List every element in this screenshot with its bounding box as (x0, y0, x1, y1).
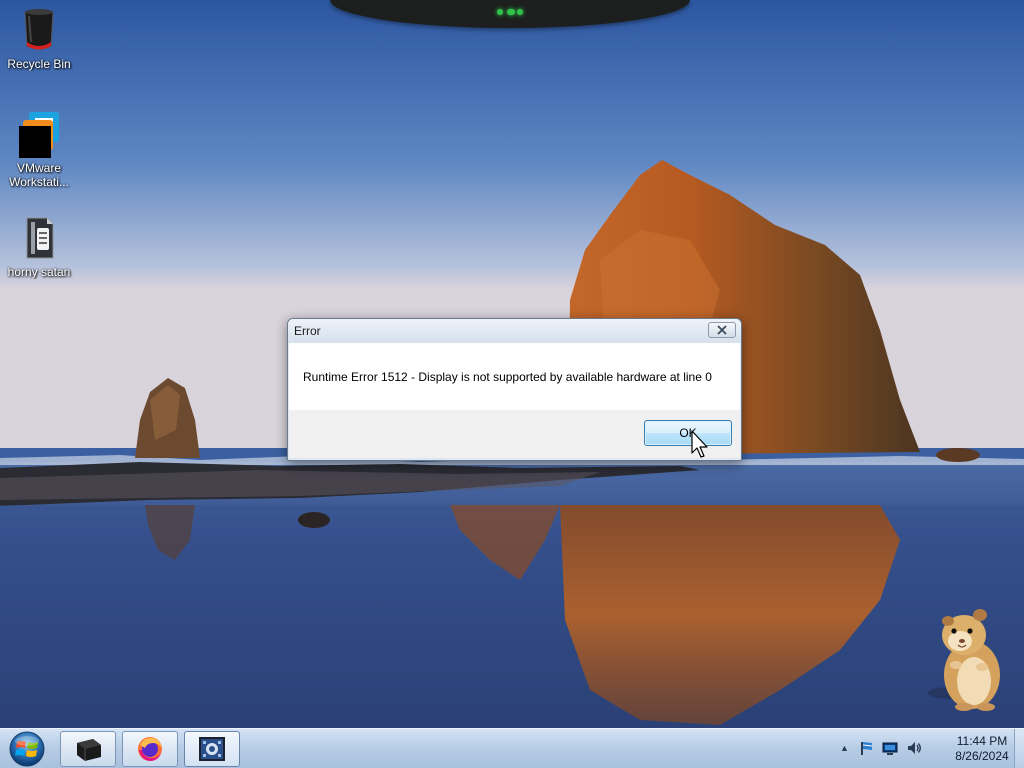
show-hidden-icons-button[interactable]: ▲ (840, 743, 849, 753)
archive-file-icon (15, 214, 63, 262)
network-icon[interactable] (882, 740, 898, 756)
desktop-icon-recycle-bin[interactable]: Recycle Bin (1, 6, 77, 71)
clock-date: 8/26/2024 (955, 749, 1009, 763)
clock[interactable]: 11:44 PM 8/26/2024 (949, 734, 1015, 764)
terminal-icon (77, 739, 101, 761)
dialog-titlebar[interactable]: Error (288, 319, 741, 343)
error-message: Runtime Error 1512 - Display is not supp… (303, 370, 712, 384)
recycle-bin-icon (15, 6, 63, 54)
notch-led-indicator (495, 7, 525, 17)
taskbar: ▲ 11:44 PM 8/26/2024 (0, 728, 1024, 768)
close-icon (717, 325, 727, 335)
error-dialog: Error Runtime Error 1512 - Display is no… (287, 318, 742, 461)
show-desktop-button[interactable] (1014, 729, 1024, 768)
close-button[interactable] (708, 322, 736, 338)
taskbar-item-firefox[interactable] (122, 731, 178, 767)
start-button[interactable] (4, 730, 50, 768)
dialog-footer: OK (289, 410, 740, 458)
volume-icon[interactable] (906, 740, 922, 756)
hamster-icon (928, 609, 1000, 711)
clock-time: 11:44 PM (956, 734, 1008, 748)
app-tool-icon (199, 737, 225, 761)
dialog-body: Runtime Error 1512 - Display is not supp… (289, 343, 740, 410)
desktop-icon-label-line1: VMware (16, 161, 61, 175)
desktop-icon-label-line2: Workstati... (9, 175, 69, 189)
taskbar-item-terminal[interactable] (60, 731, 116, 767)
system-tray: ▲ 11:44 PM 8/26/2024 (834, 729, 1024, 768)
action-center-flag-icon[interactable] (858, 740, 874, 756)
vmware-icon (15, 110, 63, 158)
windows-start-orb-icon (9, 731, 45, 767)
taskbar-item-tool[interactable] (184, 731, 240, 767)
desktop-icon-label: Recycle Bin (7, 57, 71, 71)
desktop-icon-horny-satan[interactable]: horny satan (1, 214, 77, 279)
desktop-icon-vmware[interactable]: VMware Workstati... (1, 110, 77, 189)
firefox-icon (138, 737, 162, 761)
desktop-icon-label: horny satan (7, 265, 71, 279)
dialog-title: Error (294, 324, 321, 338)
ok-button[interactable]: OK (644, 420, 732, 446)
